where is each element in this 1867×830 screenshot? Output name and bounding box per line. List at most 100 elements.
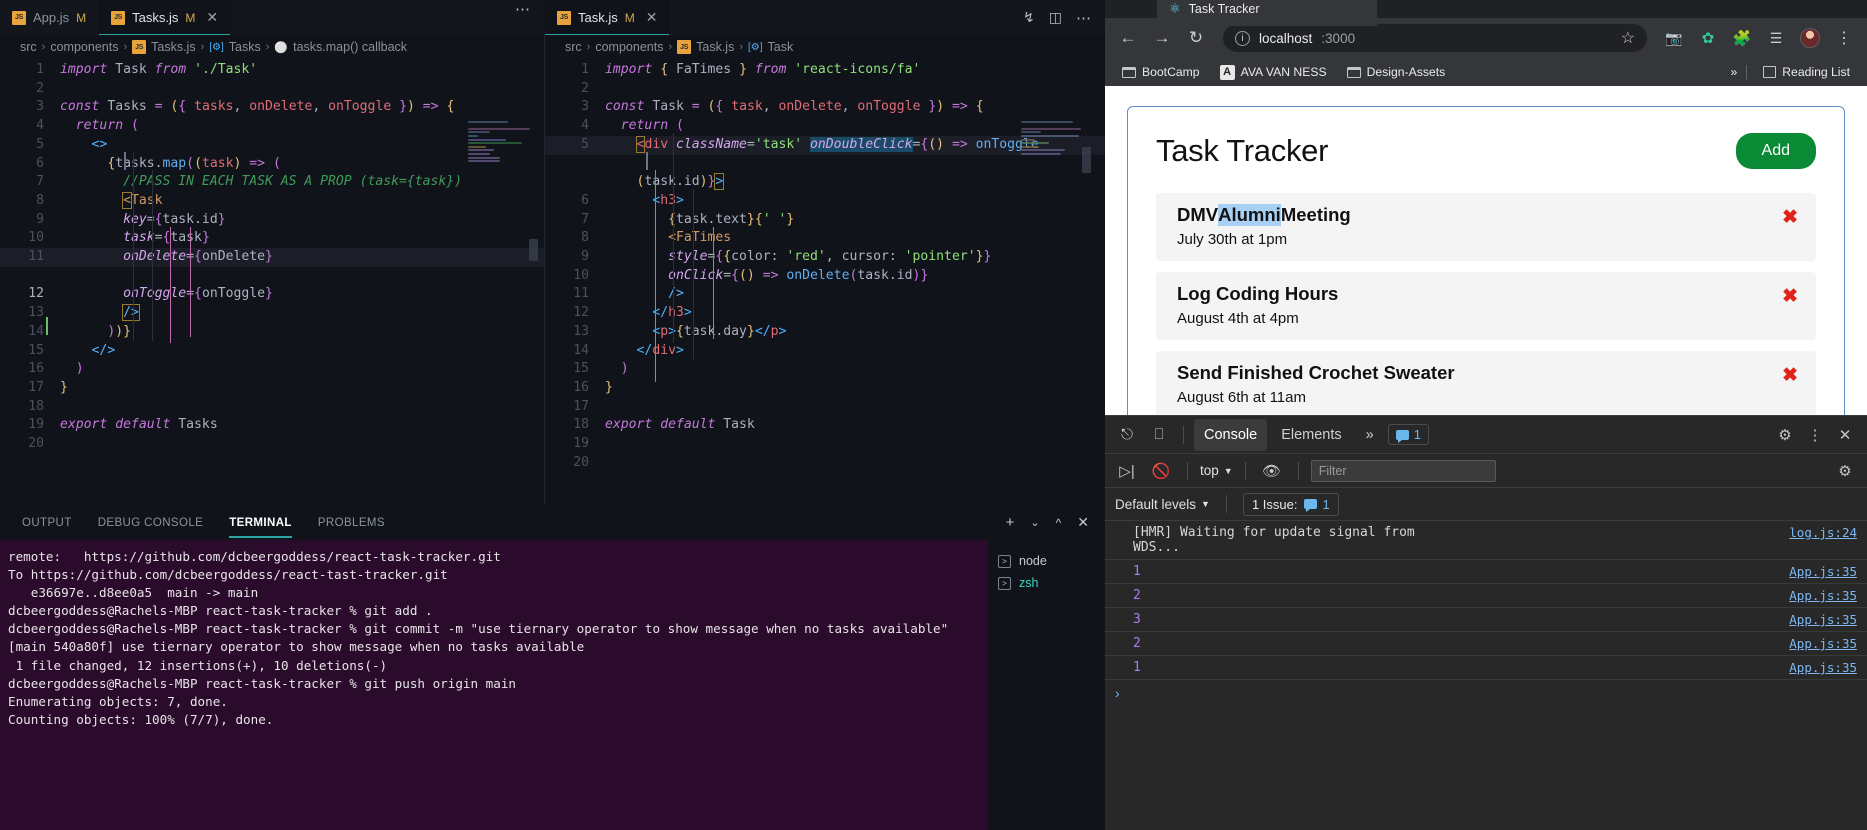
issues-indicator[interactable]: 1 Issue: 1 — [1242, 492, 1339, 516]
console-source-link[interactable]: App.js:35 — [1789, 588, 1857, 603]
panel-tab-debug-console[interactable]: DEBUG CONSOLE — [98, 508, 204, 538]
filter-input[interactable]: Filter — [1310, 459, 1496, 482]
symbol-function-icon: ⚪ — [274, 41, 289, 54]
code-content-right[interactable]: 1 import { FaTimes } from 'react-icons/fa… — [545, 59, 1105, 505]
session-label: zsh — [1019, 576, 1039, 590]
bookmark-ava-van-ness[interactable]: A AVA VAN NESS — [1213, 62, 1334, 83]
close-icon[interactable]: ✕ — [206, 9, 218, 26]
task-item[interactable]: DMV Alumni Meeting July 30th at 1pm ✖ — [1156, 193, 1816, 261]
breadcrumb-item[interactable]: src — [565, 40, 582, 54]
more-actions-icon[interactable]: ⋯ — [515, 0, 545, 35]
tab-task-js[interactable]: JS Task.js M ✕ — [545, 0, 671, 35]
breadcrumb-left[interactable]: src › components › JS Tasks.js › [⚙] Tas… — [0, 35, 544, 59]
panel-tab-output[interactable]: OUTPUT — [22, 508, 72, 538]
console-input-prompt[interactable]: › — [1105, 680, 1867, 706]
panel-tab-terminal[interactable]: TERMINAL — [229, 508, 292, 538]
console-row[interactable]: 1 App.js:35 — [1105, 656, 1867, 680]
breadcrumb-item[interactable]: src — [20, 40, 37, 54]
x-delete-icon[interactable]: ✖ — [1782, 285, 1798, 308]
code-content-left[interactable]: 1 import Task from './Task' 2 3 const Task… — [0, 59, 544, 505]
task-item[interactable]: Log Coding Hours August 4th at 4pm ✖ — [1156, 272, 1816, 340]
browser-tab-task-tracker[interactable]: ⚛ Task Tracker — [1157, 0, 1377, 26]
context-selector[interactable]: top ▼ — [1200, 463, 1233, 478]
breadcrumb-item[interactable]: tasks.map() callback — [293, 40, 407, 54]
bookmark-bootcamp[interactable]: BootCamp — [1115, 62, 1207, 82]
live-expression-icon[interactable]: 👁 — [1258, 458, 1286, 484]
panel-tab-problems[interactable]: PROBLEMS — [318, 508, 385, 538]
bookmarks-overflow-icon[interactable]: » — [1730, 65, 1737, 79]
close-panel-icon[interactable]: ✕ — [1077, 514, 1089, 531]
console-row[interactable]: [HMR] Waiting for update signal from WDS… — [1105, 521, 1867, 560]
breadcrumb-item[interactable]: Tasks — [229, 40, 261, 54]
console-source-link[interactable]: App.js:35 — [1789, 564, 1857, 579]
issues-badge[interactable]: 1 — [1387, 424, 1429, 445]
task-text-before: Log Coding Hours — [1177, 283, 1339, 304]
more-tabs-icon[interactable]: » — [1356, 419, 1384, 451]
profile-avatar-icon[interactable] — [1795, 23, 1825, 53]
tab-app-js[interactable]: JS App.js M — [0, 0, 100, 35]
back-icon[interactable]: ← — [1113, 23, 1143, 53]
maximize-panel-icon[interactable]: ^ — [1056, 516, 1062, 530]
console-source-link[interactable]: App.js:35 — [1789, 660, 1857, 675]
console-row[interactable]: 2 App.js:35 — [1105, 632, 1867, 656]
x-delete-icon[interactable]: ✖ — [1782, 364, 1798, 387]
console-messages[interactable]: [HMR] Waiting for update signal from WDS… — [1105, 521, 1867, 830]
bookmark-design-assets[interactable]: Design-Assets — [1340, 62, 1453, 82]
breadcrumb-item[interactable]: components — [595, 40, 663, 54]
forward-icon[interactable]: → — [1147, 23, 1177, 53]
playlist-icon[interactable]: ☰ — [1761, 23, 1791, 53]
terminal-session-node[interactable]: > node — [988, 550, 1105, 572]
new-terminal-icon[interactable]: + — [1006, 514, 1015, 531]
breadcrumb-item[interactable]: Tasks.js — [151, 40, 195, 54]
more-options-icon[interactable]: ⋮ — [1801, 422, 1829, 448]
source-control-icon[interactable]: ↯ — [1023, 9, 1035, 26]
console-source-link[interactable]: App.js:35 — [1789, 636, 1857, 651]
context-label: top — [1200, 463, 1219, 478]
console-settings-icon[interactable]: ⚙ — [1831, 458, 1859, 484]
info-circle-icon[interactable]: i — [1235, 30, 1250, 46]
camera-extension-icon[interactable]: 📷 — [1659, 23, 1689, 53]
inspect-element-icon[interactable]: ⎋ — [1113, 422, 1141, 448]
chrome-menu-icon[interactable]: ⋮ — [1829, 23, 1859, 53]
settings-gear-icon[interactable]: ⚙ — [1771, 422, 1799, 448]
close-devtools-icon[interactable]: ✕ — [1831, 422, 1859, 448]
console-row[interactable]: 3 App.js:35 — [1105, 608, 1867, 632]
x-delete-icon[interactable]: ✖ — [1782, 206, 1798, 229]
reading-list-button[interactable]: Reading List — [1756, 62, 1857, 82]
breadcrumb-right[interactable]: src › components › JS Task.js › [⚙] Task — [545, 35, 1105, 59]
breadcrumb-item[interactable]: Task.js — [696, 40, 734, 54]
terminal-line: Counting objects: 100% (7/7), done. — [8, 711, 274, 727]
puzzle-extensions-icon[interactable]: 🧩 — [1727, 23, 1757, 53]
address-host: localhost — [1259, 30, 1313, 46]
add-button[interactable]: Add — [1735, 133, 1816, 169]
reload-icon[interactable]: ↻ — [1181, 23, 1211, 53]
editor-tasks-js: src › components › JS Tasks.js › [⚙] Tas… — [0, 35, 545, 505]
address-bar[interactable]: i localhost:3000 ☆ — [1223, 24, 1647, 52]
console-row[interactable]: 1 App.js:35 — [1105, 560, 1867, 584]
terminal-session-zsh[interactable]: > zsh — [988, 572, 1105, 594]
breadcrumb-item[interactable]: Task — [768, 40, 794, 54]
tab-tasks-js[interactable]: JS Tasks.js M ✕ — [99, 0, 232, 35]
split-editor-icon[interactable]: ◫ — [1049, 9, 1062, 26]
device-toolbar-icon[interactable]: ⎕ — [1145, 422, 1173, 448]
tab-elements[interactable]: Elements — [1271, 419, 1351, 451]
browser-tab-title: Task Tracker — [1188, 2, 1260, 16]
console-source-link[interactable]: App.js:35 — [1789, 612, 1857, 627]
terminal-output[interactable]: remote: https://github.com/dcbeergoddess… — [0, 540, 988, 830]
bookmark-star-icon[interactable]: ☆ — [1621, 28, 1635, 48]
more-actions-icon[interactable]: ⋯ — [1076, 9, 1091, 27]
task-item[interactable]: Send Finished Crochet Sweater August 6th… — [1156, 351, 1816, 415]
close-icon[interactable]: ✕ — [646, 9, 658, 26]
console-levels-bar: Default levels ▼ 1 Issue: 1 — [1105, 488, 1867, 521]
levels-selector[interactable]: Default levels ▼ — [1115, 497, 1210, 512]
breadcrumb-item[interactable]: components — [50, 40, 118, 54]
run-script-icon[interactable]: ▷| — [1113, 458, 1141, 484]
terminal-line: Enumerating objects: 7, done. — [8, 693, 228, 709]
panel-body: remote: https://github.com/dcbeergoddess… — [0, 540, 1105, 830]
leaf-extension-icon[interactable]: ✿ — [1693, 23, 1723, 53]
terminal-dropdown-icon[interactable]: ⌄ — [1030, 516, 1039, 529]
console-row[interactable]: 2 App.js:35 — [1105, 584, 1867, 608]
console-source-link[interactable]: log.js:24 — [1789, 525, 1857, 540]
tab-console[interactable]: Console — [1194, 418, 1268, 451]
clear-console-icon[interactable]: 🚫 — [1147, 458, 1175, 484]
